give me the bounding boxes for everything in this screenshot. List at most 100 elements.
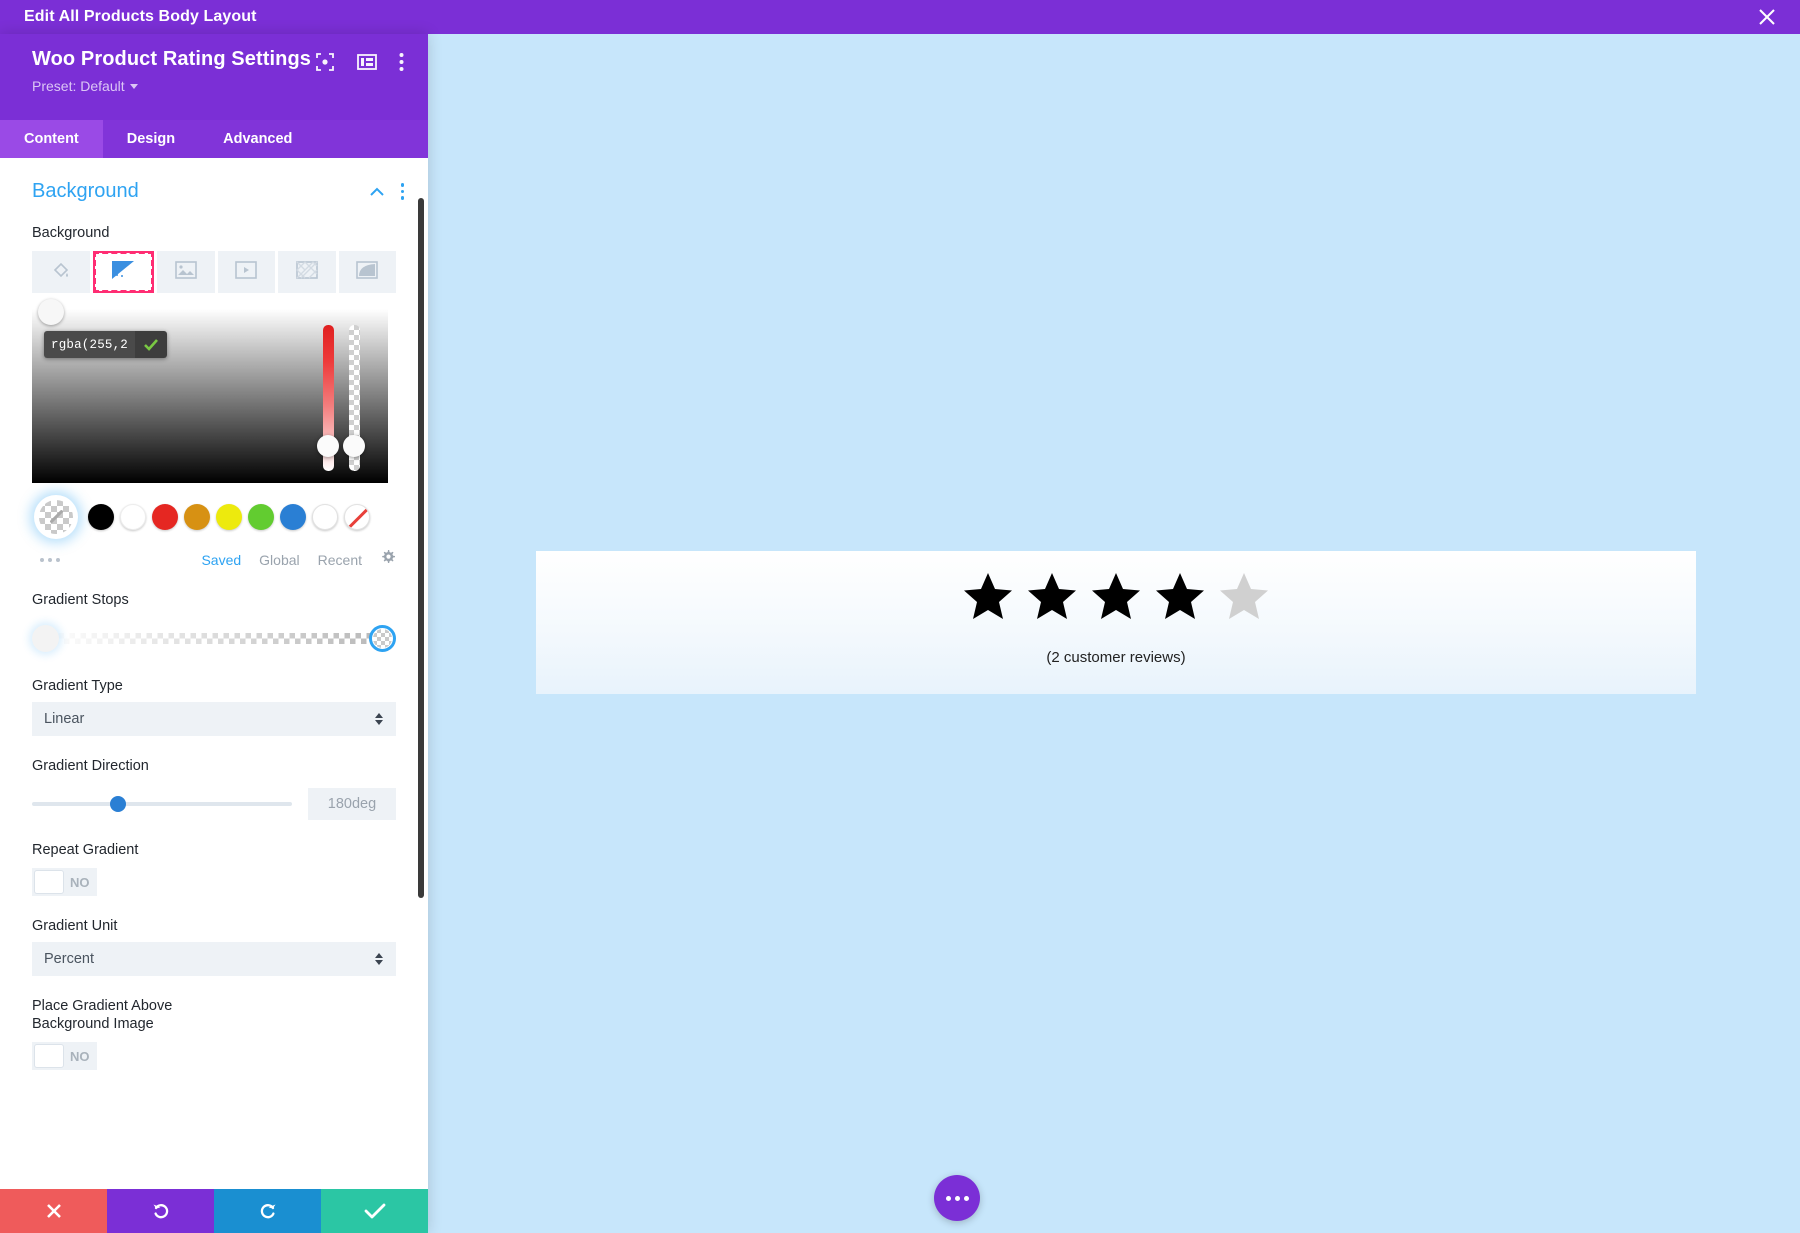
color-value-input[interactable]: rgba(255,2 (44, 331, 136, 358)
star-filled-2 (1028, 573, 1076, 619)
alpha-slider-handle[interactable] (343, 435, 365, 457)
swatch-none[interactable] (344, 504, 370, 530)
background-type-tabs (32, 251, 396, 293)
gradient-unit-select[interactable]: Percent (32, 942, 396, 976)
kebab-menu-icon[interactable] (399, 52, 404, 77)
place-gradient-above-toggle[interactable]: NO (32, 1042, 97, 1070)
panel-header-icons (315, 52, 404, 77)
gradient-unit-value: Percent (44, 951, 94, 967)
chevron-up-icon[interactable] (369, 184, 385, 200)
image-icon (174, 260, 197, 284)
hue-slider-handle[interactable] (317, 435, 339, 457)
review-count-text: (2 customer reviews) (1046, 649, 1186, 666)
swatch-orange[interactable] (184, 504, 210, 530)
gradient-type-select[interactable]: Linear (32, 702, 396, 736)
section-options-icon[interactable] (400, 183, 404, 200)
gradient-stops-track[interactable] (42, 633, 382, 644)
preset-selector[interactable]: Preset: Default (32, 78, 125, 94)
swatch-black[interactable] (88, 504, 114, 530)
palette-tabs: Saved Global Recent (201, 549, 396, 570)
repeat-gradient-label: Repeat Gradient (32, 842, 139, 858)
gradient-direction-slider-handle[interactable] (109, 796, 126, 812)
layout-columns-icon[interactable] (357, 53, 377, 76)
swatch-white-outline[interactable] (312, 504, 338, 530)
cancel-button[interactable] (0, 1189, 107, 1233)
gradient-unit-label: Gradient Unit (32, 918, 118, 934)
section-title: Background (32, 180, 139, 202)
saturation-handle[interactable] (38, 299, 64, 325)
background-image-tab[interactable] (157, 251, 215, 293)
paint-bucket-icon (51, 260, 71, 285)
palette-tab-global[interactable]: Global (259, 552, 299, 568)
tab-content[interactable]: Content (0, 120, 103, 158)
gradient-stops-label: Gradient Stops (32, 592, 129, 608)
redo-button[interactable] (214, 1189, 321, 1233)
gradient-direction-label: Gradient Direction (32, 758, 149, 774)
module-settings-panel: Woo Product Rating Settings Preset: Defa… (0, 34, 428, 1233)
swatch-yellow[interactable] (216, 504, 242, 530)
color-picker[interactable]: rgba(255,2 (32, 299, 396, 483)
target-focus-icon[interactable] (315, 52, 335, 77)
repeat-gradient-value: NO (70, 874, 90, 890)
pattern-icon (295, 260, 318, 284)
select-spinner-icon (375, 713, 383, 725)
panel-scroll-area: Background Background rgba(255,2 Saved G… (0, 158, 428, 1189)
transparent-eyedropper-icon (39, 500, 73, 534)
gradient-direction-control: 180deg (32, 788, 396, 820)
swatch-white[interactable] (120, 504, 146, 530)
gradient-type-value: Linear (44, 711, 85, 727)
select-spinner-icon (375, 953, 383, 965)
gradient-direction-input[interactable]: 180deg (308, 788, 396, 820)
gear-icon[interactable] (380, 549, 396, 570)
gradient-stop-handle-end[interactable] (369, 625, 396, 652)
background-video-tab[interactable] (217, 251, 275, 293)
ellipsis-icon[interactable] (40, 557, 60, 562)
background-mask-tab[interactable] (338, 251, 396, 293)
tab-design[interactable]: Design (103, 120, 199, 158)
page-title: Edit All Products Body Layout (24, 8, 257, 25)
repeat-gradient-toggle[interactable]: NO (32, 868, 97, 896)
top-bar: Edit All Products Body Layout (0, 0, 1800, 34)
panel-action-bar (0, 1189, 428, 1233)
save-button[interactable] (321, 1189, 428, 1233)
toggle-knob (34, 870, 64, 894)
product-rating-module[interactable]: (2 customer reviews) (536, 551, 1696, 694)
star-empty-5 (1220, 573, 1268, 619)
background-pattern-tab[interactable] (278, 251, 336, 293)
app-root: Edit All Products Body Layout (2 custome… (0, 0, 1800, 1233)
palette-tab-saved[interactable]: Saved (201, 552, 241, 568)
toggle-knob (34, 1044, 64, 1068)
background-gradient-tab[interactable] (92, 251, 154, 293)
palette-tab-recent[interactable]: Recent (318, 552, 362, 568)
panel-scrollbar[interactable] (418, 198, 424, 898)
gradient-type-label: Gradient Type (32, 678, 123, 694)
page-settings-fab[interactable] (934, 1175, 980, 1221)
module-title: Woo Product Rating Settings (32, 48, 311, 70)
x-icon (46, 1204, 61, 1218)
mask-icon (356, 260, 379, 284)
chevron-down-icon[interactable] (129, 84, 138, 89)
swatch-blue[interactable] (280, 504, 306, 530)
preview-canvas: (2 customer reviews) (428, 34, 1800, 1233)
swatch-transparent[interactable] (34, 495, 78, 539)
swatch-red[interactable] (152, 504, 178, 530)
ellipsis-icon (945, 1195, 969, 1201)
color-value-tooltip: rgba(255,2 (44, 331, 168, 358)
tab-advanced[interactable]: Advanced (199, 120, 316, 158)
star-filled-4 (1156, 573, 1204, 619)
preset-row: Preset: Default (32, 78, 408, 96)
swatch-green[interactable] (248, 504, 274, 530)
gradient-direction-slider[interactable] (32, 796, 292, 812)
redo-icon (260, 1204, 275, 1219)
close-icon[interactable] (1756, 6, 1778, 28)
gradient-icon (112, 260, 135, 284)
star-filled-3 (1092, 573, 1140, 619)
place-gradient-label-line1: Place Gradient Above (32, 998, 173, 1014)
swatch-footer: Saved Global Recent (40, 549, 396, 570)
gradient-stop-handle-start[interactable] (32, 625, 59, 652)
gradient-stops-slider[interactable] (32, 622, 396, 656)
undo-button[interactable] (107, 1189, 214, 1233)
undo-icon (153, 1204, 168, 1219)
green-check-icon[interactable] (135, 331, 168, 358)
background-color-tab[interactable] (32, 251, 90, 293)
